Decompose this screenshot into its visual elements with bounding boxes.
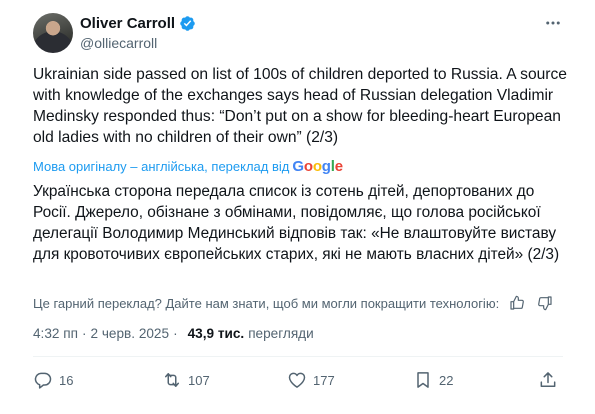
- reply-icon: [34, 372, 52, 389]
- action-bar: 16 107 177 22: [33, 370, 563, 394]
- thumbs-up-icon[interactable]: [509, 295, 525, 311]
- share-button[interactable]: [538, 370, 558, 390]
- divider: [33, 356, 563, 357]
- name-row: Oliver Carroll: [80, 14, 196, 33]
- share-icon: [540, 372, 556, 387]
- reply-count: 16: [59, 372, 74, 388]
- verified-badge-icon: [180, 16, 195, 31]
- heart-icon: [288, 372, 306, 388]
- author-block: Oliver Carroll @olliecarroll: [80, 14, 196, 51]
- feedback-buttons: [509, 295, 553, 311]
- repost-icon: [165, 373, 179, 387]
- translated-text: Українська сторона передала список із со…: [33, 183, 560, 263]
- tweet-meta: 4:32 пп · 2 черв. 2025 · 43,9 тис. перег…: [33, 326, 314, 341]
- like-count: 177: [313, 372, 335, 388]
- tweet-text: Ukrainian side passed on list of 100s of…: [33, 66, 567, 146]
- translation-note[interactable]: Мова оригіналу – англійська, переклад ві…: [33, 158, 343, 175]
- feedback-question: Це гарний переклад? Дайте нам знати, щоб…: [33, 295, 500, 311]
- meta-separator: ·: [173, 326, 178, 341]
- translation-feedback: Це гарний переклад? Дайте нам знати, щоб…: [33, 295, 563, 311]
- thumbs-down-icon[interactable]: [537, 295, 553, 311]
- views-label: перегляди: [248, 326, 314, 341]
- tweet-date[interactable]: 2 черв. 2025: [91, 326, 170, 341]
- meta-separator: ·: [81, 326, 87, 341]
- bookmark-button[interactable]: 22: [413, 370, 453, 390]
- views-count: 43,9 тис.: [187, 326, 245, 341]
- avatar[interactable]: [33, 13, 73, 53]
- tweet-time[interactable]: 4:32 пп: [33, 326, 78, 341]
- repost-count: 107: [188, 372, 210, 388]
- author-handle[interactable]: @olliecarroll: [80, 35, 196, 51]
- reply-button[interactable]: 16: [33, 370, 73, 390]
- like-button[interactable]: 177: [287, 370, 335, 390]
- tweet-card: Oliver Carroll @olliecarroll Ukrainian s…: [0, 0, 595, 414]
- more-options-icon[interactable]: [544, 14, 562, 32]
- repost-button[interactable]: 107: [162, 370, 210, 390]
- display-name[interactable]: Oliver Carroll: [80, 15, 175, 32]
- google-logo: Google: [292, 158, 343, 175]
- bookmark-icon: [417, 372, 429, 388]
- translation-note-label: Мова оригіналу – англійська, переклад ві…: [33, 159, 290, 174]
- bookmark-count: 22: [439, 372, 454, 388]
